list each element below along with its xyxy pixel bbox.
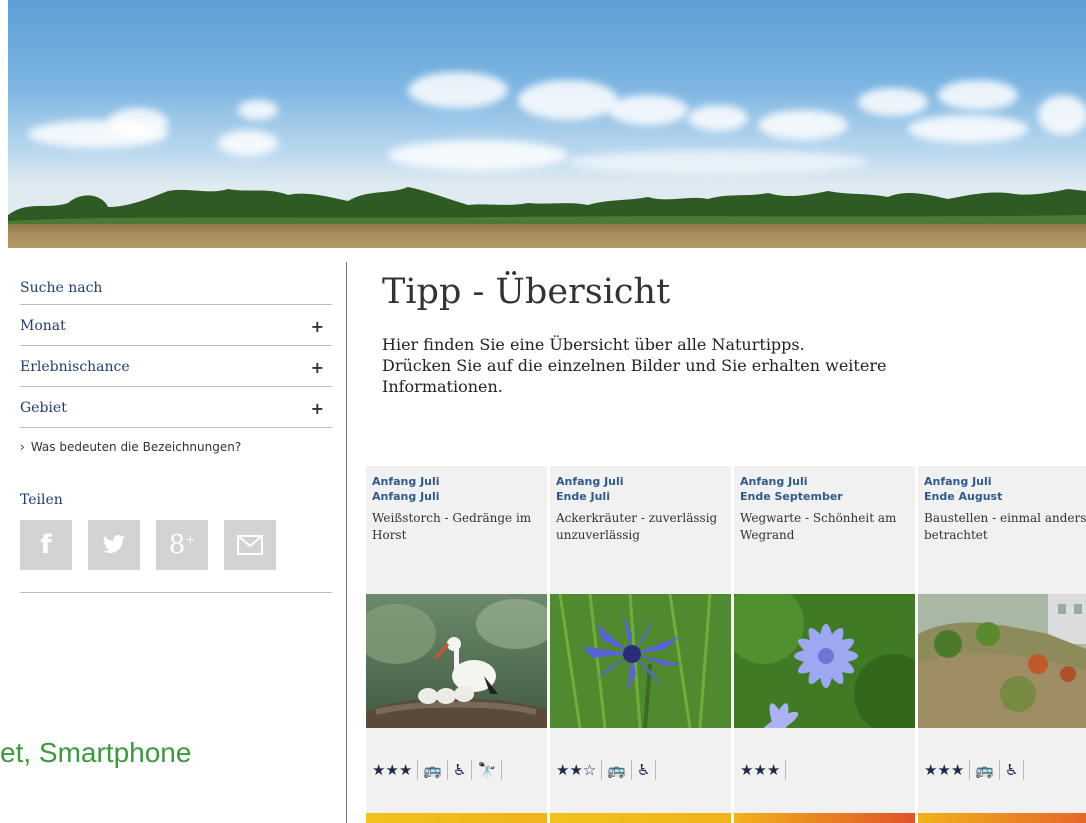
tip-start: Anfang Juli [740, 475, 808, 488]
tip-rating-icons: ★★★ 🚌 ♿ [924, 760, 1027, 780]
twitter-share-button[interactable] [88, 520, 140, 570]
header-landscape-image [8, 0, 1086, 248]
construction-site-photo[interactable] [918, 594, 1086, 728]
tip-start: Anfang Juli [556, 475, 624, 488]
tip-start: Anfang Juli [372, 475, 440, 488]
tip-card[interactable]: Anfang Juli Ende September Wegwarte - Sc… [734, 466, 915, 823]
tip-end: Anfang Juli [372, 490, 440, 503]
tip-title: Baustellen - einmal anders betrachtet [924, 511, 1086, 542]
expand-plus-icon[interactable]: + [311, 399, 324, 418]
filter-month-label: Monat [20, 318, 66, 334]
bus-icon: 🚌 [607, 761, 627, 779]
star-rating: ★★★ [372, 761, 413, 779]
facebook-share-button[interactable]: f [20, 520, 72, 570]
expand-plus-icon[interactable]: + [311, 317, 324, 336]
season-color-band [734, 813, 915, 823]
star-rating: ★★☆ [556, 761, 597, 779]
filter-area-label: Gebiet [20, 400, 67, 416]
tip-rating-icons: ★★★ 🚌 ♿ 🔭 [372, 760, 505, 780]
overlay-caption: et, Smartphone [0, 737, 192, 768]
bus-icon: 🚌 [975, 761, 995, 779]
tip-card[interactable]: Anfang Juli Ende Juli Ackerkräuter - zuv… [550, 466, 731, 823]
filter-area[interactable]: Gebiet + [20, 387, 332, 428]
mail-share-button[interactable] [224, 520, 276, 570]
page-title: Tipp - Übersicht [382, 272, 671, 312]
filter-month[interactable]: Monat + [20, 305, 332, 346]
tip-title: Wegwarte - Schönheit am Wegrand [740, 511, 897, 542]
facebook-icon: f [40, 530, 52, 560]
share-heading: Teilen [20, 492, 63, 508]
mail-icon [237, 535, 263, 555]
season-color-band [550, 813, 731, 823]
tip-dates: Anfang Juli Ende Juli [550, 466, 731, 504]
filter-experience-chance-label: Erlebnischance [20, 359, 130, 375]
tip-rating-icons: ★★☆ 🚌 ♿ [556, 760, 659, 780]
binoculars-icon: 🔭 [477, 761, 497, 779]
season-color-band [918, 813, 1086, 823]
bus-icon: 🚌 [423, 761, 443, 779]
tip-title: Ackerkräuter - zuverlässig unzuverlässig [556, 511, 718, 542]
tip-title: Weißstorch - Gedränge im Horst [372, 511, 532, 542]
tip-end: Ende August [924, 490, 1003, 503]
cornflower-photo[interactable] [550, 594, 731, 728]
wheelchair-icon: ♿ [453, 761, 467, 779]
chevron-right-icon: › [20, 440, 25, 454]
filter-sidebar: Suche nach Monat + Erlebnischance + Gebi… [20, 276, 332, 593]
intro-line-2: Drücken Sie auf die einzelnen Bilder und… [382, 356, 887, 396]
googleplus-share-button[interactable]: 8+ [156, 520, 208, 570]
intro-line-1: Hier finden Sie eine Übersicht über alle… [382, 335, 805, 354]
tip-card-grid: Anfang Juli Anfang Juli Weißstorch - Ged… [366, 466, 1086, 823]
tip-rating-icons: ★★★ [740, 760, 789, 780]
tip-end: Ende September [740, 490, 843, 503]
twitter-icon [103, 535, 125, 554]
share-buttons: f 8+ [20, 520, 332, 593]
wheelchair-icon: ♿ [1005, 761, 1019, 779]
tip-dates: Anfang Juli Ende September [734, 466, 915, 504]
season-color-band [366, 813, 547, 823]
tip-dates: Anfang Juli Ende August [918, 466, 1086, 504]
tip-card[interactable]: Anfang Juli Ende August Baustellen - ein… [918, 466, 1086, 823]
stork-nest-photo[interactable] [366, 594, 547, 728]
terms-help-link-label: Was bedeuten die Bezeichnungen? [30, 440, 242, 454]
main-content: Tipp - Übersicht Hier finden Sie eine Üb… [382, 272, 1086, 397]
tip-end: Ende Juli [556, 490, 610, 503]
star-rating: ★★★ [740, 761, 781, 779]
terms-help-link[interactable]: › Was bedeuten die Bezeichnungen? [20, 440, 332, 454]
star-rating: ★★★ [924, 761, 965, 779]
tip-start: Anfang Juli [924, 475, 992, 488]
tip-dates: Anfang Juli Anfang Juli [366, 466, 547, 504]
column-divider [346, 262, 347, 823]
tip-card[interactable]: Anfang Juli Anfang Juli Weißstorch - Ged… [366, 466, 547, 823]
chicory-photo[interactable] [734, 594, 915, 728]
intro-text: Hier finden Sie eine Übersicht über alle… [382, 334, 982, 397]
googleplus-icon: 8+ [168, 530, 196, 560]
search-by-heading: Suche nach [20, 276, 332, 305]
wheelchair-icon: ♿ [637, 761, 651, 779]
expand-plus-icon[interactable]: + [311, 358, 324, 377]
filter-experience-chance[interactable]: Erlebnischance + [20, 346, 332, 387]
